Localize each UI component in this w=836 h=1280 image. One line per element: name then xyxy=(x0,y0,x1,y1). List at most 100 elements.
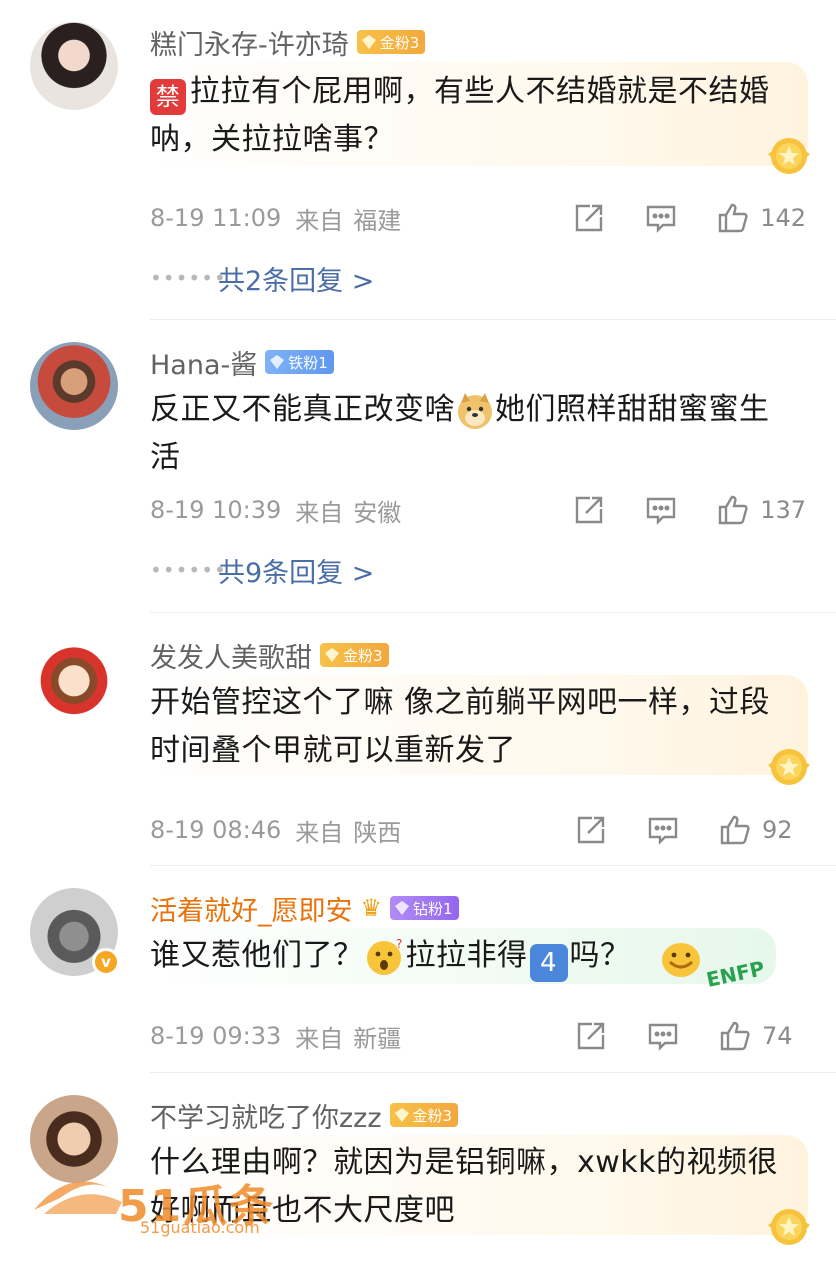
gold-medal-icon xyxy=(768,749,810,785)
dots-divider: •••••• xyxy=(150,558,227,582)
comment-text-part1: 谁又惹他们了？ xyxy=(150,938,364,973)
fan-badge-label: 金粉3 xyxy=(379,33,420,52)
like-count: 92 xyxy=(762,816,793,844)
gold-medal-icon xyxy=(768,138,810,174)
comment-text-part1: 反正又不能真正改变啥 xyxy=(150,392,455,427)
svg-text:?: ? xyxy=(396,937,403,951)
name-row: 活着就好_愿即安 ♛ 钻粉1 xyxy=(150,888,459,928)
number-four-icon: 4 xyxy=(529,944,568,982)
share-button[interactable] xyxy=(572,201,606,235)
comment-icon xyxy=(646,497,676,525)
like-count: 74 xyxy=(762,1022,793,1050)
like-icon xyxy=(718,495,748,525)
comment-text: 反正又不能真正改变啥 她们照样甜甜蜜蜜生 活 xyxy=(150,386,796,482)
from-label: 来自 xyxy=(295,1024,344,1053)
gem-icon xyxy=(394,1108,409,1122)
comment-text-line2: 活 xyxy=(150,440,181,475)
like-icon xyxy=(718,203,748,233)
watermark-url: 51guatiao.com xyxy=(140,1218,260,1237)
action-bar: 92 xyxy=(574,813,806,847)
share-icon xyxy=(577,1022,605,1050)
comment-item: 糕门永存-许亦琦 金粉3 禁拉拉有个屁用啊，有些人不结婚就是不结婚 呐，关拉拉啥… xyxy=(0,0,836,320)
avatar[interactable] xyxy=(30,635,118,723)
username[interactable]: 活着就好_愿即安 xyxy=(150,889,353,928)
action-bar: 74 xyxy=(574,1019,806,1053)
share-icon xyxy=(575,496,603,524)
comment-date: 8-19 10:39 xyxy=(150,496,282,524)
comment-meta: 8-19 09:33 来自 新疆 74 xyxy=(150,1016,806,1056)
like-button[interactable]: 137 xyxy=(716,493,806,527)
comment-icon xyxy=(648,817,678,845)
fan-badge-label: 铁粉1 xyxy=(288,353,328,372)
fan-badge[interactable]: 金粉3 xyxy=(356,30,426,54)
replies-row: •••••• 共2条回复 > xyxy=(150,258,374,298)
comment-text-line1: 拉拉有个屁用啊，有些人不结婚就是不结婚 xyxy=(190,74,770,109)
comment-location: 福建 xyxy=(353,206,402,235)
comment-text-line1: 开始管控这个了嘛 像之前躺平网吧一样，过段 xyxy=(150,685,771,720)
comment-text-part3: 吗？ xyxy=(569,938,631,973)
username[interactable]: 糕门永存-许亦琦 xyxy=(150,23,349,62)
comment-text-part2: 她们照样甜甜蜜蜜生 xyxy=(495,392,770,427)
reply-button[interactable] xyxy=(646,1019,680,1053)
share-icon xyxy=(575,204,603,232)
view-replies-link[interactable]: 共9条回复 > xyxy=(218,551,374,590)
comment-meta: 8-19 10:39 来自 安徽 137 xyxy=(150,490,806,530)
comment-icon xyxy=(648,1023,678,1051)
surprised-face-icon: ? xyxy=(366,937,403,975)
view-replies-link[interactable]: 共2条回复 > xyxy=(218,259,374,298)
share-button[interactable] xyxy=(574,813,608,847)
share-button[interactable] xyxy=(574,1019,608,1053)
comment-item: v 活着就好_愿即安 ♛ 钻粉1 谁又惹他们了？? 拉拉非得 4 吗？ ENFP 8-… xyxy=(0,866,836,1072)
crown-icon: ♛ xyxy=(360,894,383,922)
username[interactable]: Hana-酱 xyxy=(150,343,257,382)
comment-text: 禁拉拉有个屁用啊，有些人不结婚就是不结婚 呐，关拉拉啥事？ xyxy=(150,68,796,164)
comment-meta: 8-19 08:46 来自 陕西 92 xyxy=(150,810,806,850)
name-row: 发发人美歌甜 金粉3 xyxy=(150,635,389,675)
fan-badge-label: 金粉3 xyxy=(412,1106,453,1125)
name-row: Hana-酱 铁粉1 xyxy=(150,342,334,382)
like-count: 137 xyxy=(760,496,806,524)
reply-button[interactable] xyxy=(646,813,680,847)
doge-emoji-icon xyxy=(458,392,492,429)
comment-item: Hana-酱 铁粉1 反正又不能真正改变啥 她们照样甜甜蜜蜜生 活 8-19 10… xyxy=(0,320,836,612)
fan-badge-label: 金粉3 xyxy=(343,646,383,665)
like-icon xyxy=(720,815,750,845)
share-button[interactable] xyxy=(572,493,606,527)
comment-location: 新疆 xyxy=(353,1024,402,1053)
from-label: 来自 xyxy=(295,498,344,527)
like-icon xyxy=(720,1021,750,1051)
username[interactable]: 不学习就吃了你zzz xyxy=(150,1096,382,1135)
fan-badge-label: 钻粉1 xyxy=(413,899,453,918)
action-bar: 142 xyxy=(572,201,806,235)
avatar[interactable] xyxy=(30,342,118,430)
comment-date: 8-19 08:46 xyxy=(150,816,282,844)
comment-date: 8-19 11:09 xyxy=(150,204,282,232)
fan-badge[interactable]: 金粉3 xyxy=(320,643,389,667)
avatar[interactable] xyxy=(30,22,118,110)
from-label: 来自 xyxy=(295,818,344,847)
comment-text: 开始管控这个了嘛 像之前躺平网吧一样，过段 时间叠个甲就可以重新发了 xyxy=(150,679,796,775)
like-button[interactable]: 142 xyxy=(716,201,806,235)
from-label: 来自 xyxy=(295,206,344,235)
gem-icon xyxy=(325,648,339,662)
verified-badge: v xyxy=(92,948,120,976)
reply-button[interactable] xyxy=(644,493,678,527)
fan-badge[interactable]: 钻粉1 xyxy=(390,896,459,920)
smile-emoji-icon xyxy=(662,943,700,977)
gold-medal-icon xyxy=(768,1209,810,1245)
comment-date: 8-19 09:33 xyxy=(150,1022,282,1050)
name-row: 不学习就吃了你zzz 金粉3 xyxy=(150,1095,459,1135)
fan-badge[interactable]: 金粉3 xyxy=(389,1103,459,1127)
like-count: 142 xyxy=(760,204,806,232)
username[interactable]: 发发人美歌甜 xyxy=(150,636,312,675)
comment-icon xyxy=(646,205,676,233)
gem-icon xyxy=(361,35,376,49)
like-button[interactable]: 74 xyxy=(718,1019,806,1053)
comment-location: 陕西 xyxy=(353,818,402,847)
reply-button[interactable] xyxy=(644,201,678,235)
replies-row: •••••• 共9条回复 > xyxy=(150,550,374,590)
comment-text-part2: 拉拉非得 xyxy=(405,938,528,973)
like-button[interactable]: 92 xyxy=(718,813,806,847)
ban-emoji-icon: 禁 xyxy=(150,79,186,115)
fan-badge[interactable]: 铁粉1 xyxy=(265,350,334,374)
